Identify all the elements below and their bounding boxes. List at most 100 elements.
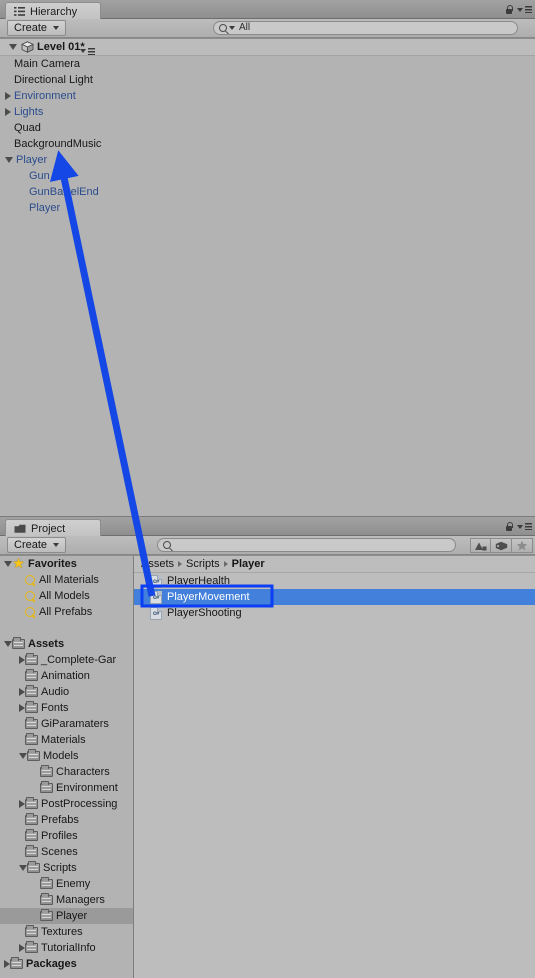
- tab-hierarchy[interactable]: Hierarchy: [5, 2, 101, 20]
- project-tree-item-animation[interactable]: Animation: [0, 668, 133, 684]
- hierarchy-item-gunbarrelend[interactable]: GunBarrelEnd: [0, 184, 535, 200]
- asset-label: PlayerMovement: [167, 591, 250, 603]
- project-tree-item-scripts[interactable]: Scripts: [0, 860, 133, 876]
- project-tabstrip: Project: [0, 517, 535, 537]
- project-tree-item-label: All Models: [39, 590, 90, 602]
- project-tree-item-packages[interactable]: Packages: [0, 956, 133, 972]
- project-tree-item-fonts[interactable]: Fonts: [0, 700, 133, 716]
- chevron-expanded-icon[interactable]: [4, 641, 12, 647]
- hierarchy-item-lights[interactable]: Lights: [0, 104, 535, 120]
- project-tree-item-postprocessing[interactable]: PostProcessing: [0, 796, 133, 812]
- chevron-expanded-icon[interactable]: [19, 865, 27, 871]
- project-tree-item-all-models[interactable]: All Models: [0, 588, 133, 604]
- folder-icon: [25, 717, 38, 729]
- asset-row-playermovement[interactable]: c# PlayerMovement: [134, 589, 535, 605]
- filter-favorites-star-icon[interactable]: [512, 538, 533, 553]
- hierarchy-item-label: Player: [29, 202, 61, 214]
- project-tree-item-label: All Prefabs: [39, 606, 93, 618]
- breadcrumb-separator-icon: [178, 561, 183, 567]
- project-tree-item-all-prefabs[interactable]: All Prefabs: [0, 604, 133, 620]
- project-tree-item-scenes[interactable]: Scenes: [0, 844, 133, 860]
- hierarchy-scene-row[interactable]: Level 01*: [0, 39, 535, 56]
- hierarchy-create-button[interactable]: Create: [7, 20, 67, 36]
- hierarchy-item-directional-light[interactable]: Directional Light: [0, 72, 535, 88]
- project-tree-item-tutorialinfo[interactable]: TutorialInfo: [0, 940, 133, 956]
- project-tree-item-environment[interactable]: Environment: [0, 780, 133, 796]
- tab-project-label: Project: [31, 522, 66, 535]
- project-tree-item-audio[interactable]: Audio: [0, 684, 133, 700]
- hierarchy-item-label: Player: [16, 154, 48, 166]
- hierarchy-item-backgroundmusic[interactable]: BackgroundMusic: [0, 136, 535, 152]
- hierarchy-item-player[interactable]: Player: [0, 200, 535, 216]
- hamburger-menu-icon[interactable]: [517, 5, 532, 14]
- breadcrumb-item-assets[interactable]: Assets: [141, 558, 174, 570]
- project-create-button[interactable]: Create: [7, 537, 67, 553]
- chevron-expanded-icon[interactable]: [19, 753, 27, 759]
- search-mode-chevron-icon: [229, 26, 235, 30]
- project-tree-item-textures[interactable]: Textures: [0, 924, 133, 940]
- chevron-expanded-icon[interactable]: [5, 157, 13, 163]
- hierarchy-search-value: All: [239, 22, 251, 33]
- asset-row-playerhealth[interactable]: c# PlayerHealth: [134, 573, 535, 589]
- project-tree-item-models[interactable]: Models: [0, 748, 133, 764]
- project-content-pane: Assets Scripts Player c# PlayerHealth c# Play…: [134, 556, 535, 978]
- project-tree-item-label: TutorialInfo: [41, 942, 96, 954]
- folder-icon: [25, 653, 38, 665]
- breadcrumb-item-player[interactable]: Player: [232, 558, 265, 570]
- project-tree-item-prefabs[interactable]: Prefabs: [0, 812, 133, 828]
- saved-search-icon: [25, 574, 36, 586]
- tab-project[interactable]: Project: [5, 519, 101, 537]
- project-tab-corner: [504, 517, 535, 536]
- filter-by-type-icon[interactable]: [470, 538, 491, 553]
- hierarchy-item-environment[interactable]: Environment: [0, 88, 535, 104]
- asset-row-playershooting[interactable]: c# PlayerShooting: [134, 605, 535, 621]
- folder-icon: [40, 909, 53, 921]
- hierarchy-item-main-camera[interactable]: Main Camera: [0, 56, 535, 72]
- chevron-expanded-icon[interactable]: [9, 44, 17, 50]
- project-tree-item--complete-gar[interactable]: _Complete-Gar: [0, 652, 133, 668]
- hierarchy-item-label: Gun: [29, 170, 50, 182]
- project-tree-item-player[interactable]: Player: [0, 908, 133, 924]
- project-create-label: Create: [14, 539, 48, 551]
- project-body: ★ Favorites All Materials All Models All Pre…: [0, 555, 535, 978]
- project-search-input[interactable]: [157, 538, 456, 552]
- project-tree-item-label: Fonts: [41, 702, 69, 714]
- chevron-down-icon: [53, 26, 60, 30]
- hierarchy-item-quad[interactable]: Quad: [0, 120, 535, 136]
- chevron-expanded-icon[interactable]: [4, 561, 12, 567]
- project-tree-item-characters[interactable]: Characters: [0, 764, 133, 780]
- project-tree-item-all-materials[interactable]: All Materials: [0, 572, 133, 588]
- hierarchy-search-input[interactable]: All: [213, 21, 518, 35]
- folder-icon: [25, 845, 38, 857]
- hierarchy-item-gun[interactable]: Gun: [0, 168, 535, 184]
- hierarchy-tab-corner: [504, 0, 535, 19]
- project-tree-item-favorites[interactable]: ★ Favorites: [0, 556, 133, 572]
- folder-icon: [12, 637, 25, 649]
- project-tree-item-managers[interactable]: Managers: [0, 892, 133, 908]
- project-tree-item-assets[interactable]: Assets: [0, 636, 133, 652]
- project-tree-item-label: GiParamaters: [41, 718, 109, 730]
- tab-hierarchy-label: Hierarchy: [30, 5, 78, 18]
- hierarchy-item-label: Main Camera: [14, 58, 81, 70]
- breadcrumb-item-scripts[interactable]: Scripts: [186, 558, 220, 570]
- project-tree-item-enemy[interactable]: Enemy: [0, 876, 133, 892]
- hierarchy-item-player[interactable]: Player: [0, 152, 535, 168]
- lock-icon[interactable]: [504, 521, 513, 532]
- hierarchy-tabstrip: Hierarchy: [0, 0, 535, 20]
- project-tree-item-materials[interactable]: Materials: [0, 732, 133, 748]
- breadcrumb: Assets Scripts Player: [134, 556, 535, 573]
- asset-label: PlayerHealth: [167, 575, 230, 587]
- scene-context-menu-icon[interactable]: [79, 47, 95, 56]
- project-tree-item-label: Scripts: [43, 862, 77, 874]
- filter-by-label-icon[interactable]: [491, 538, 512, 553]
- project-tree-item-profiles[interactable]: Profiles: [0, 828, 133, 844]
- hierarchy-item-label: Lights: [14, 106, 44, 118]
- project-tree-item-giparamaters[interactable]: GiParamaters: [0, 716, 133, 732]
- hierarchy-icon: [14, 7, 25, 16]
- hamburger-menu-icon[interactable]: [517, 522, 532, 531]
- folder-icon: [25, 941, 38, 953]
- hierarchy-panel: Hierarchy Create All Level 01* Main Came…: [0, 0, 535, 516]
- hierarchy-item-label: Quad: [14, 122, 41, 134]
- lock-icon[interactable]: [504, 4, 513, 15]
- project-tree-spacer: [0, 620, 133, 636]
